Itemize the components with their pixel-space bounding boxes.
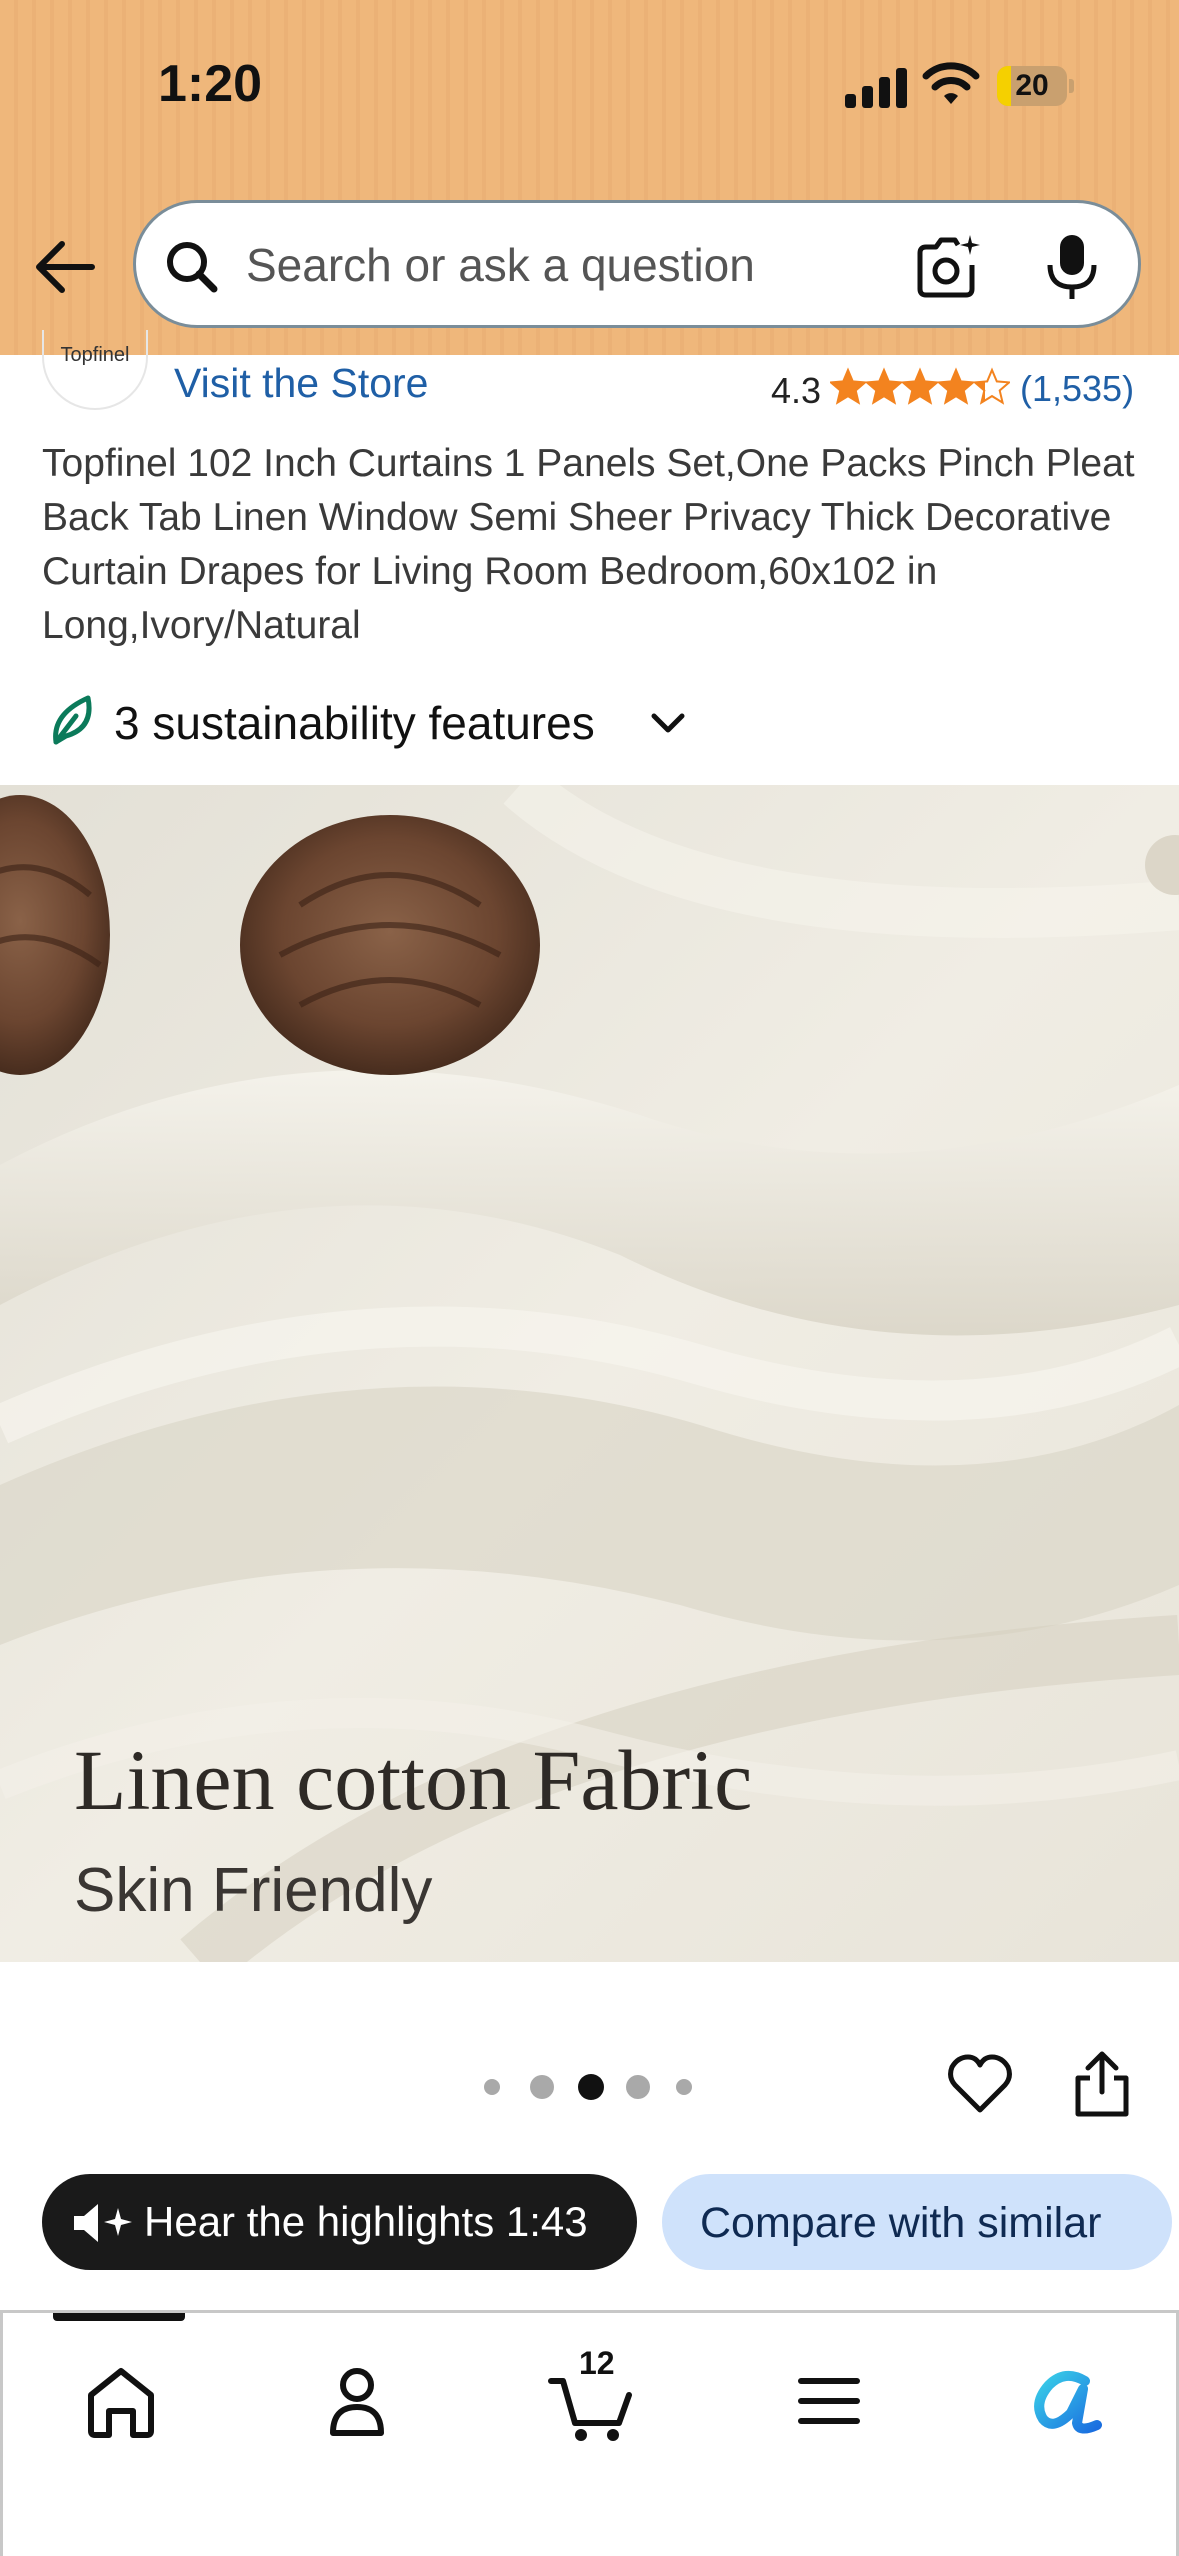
rating-value: 4.3 (771, 370, 822, 411)
hear-highlights-button[interactable]: Hear the highlights 1:43 (42, 2174, 637, 2270)
speaker-sparkle-icon (74, 2204, 132, 2242)
compare-similar-button[interactable]: Compare with similar (662, 2174, 1172, 2270)
search-bar[interactable] (133, 200, 1141, 328)
battery-indicator: 20 (997, 66, 1075, 106)
chevron-down-icon (651, 713, 685, 733)
back-arrow-icon[interactable] (30, 232, 100, 302)
star-4 (936, 367, 976, 405)
visit-store-link[interactable]: Visit the Store (174, 360, 429, 407)
camera-scan-icon[interactable] (912, 231, 984, 303)
status-time: 1:20 (158, 55, 263, 113)
image-subline: Skin Friendly (74, 1856, 433, 1925)
cellular-signal-icon (845, 66, 909, 108)
rating-count-link[interactable]: (1,535) (1020, 368, 1134, 410)
sustainability-label: 3 sustainability features (114, 697, 595, 749)
microphone-icon[interactable] (1040, 231, 1104, 303)
star-1 (830, 367, 868, 405)
carousel-dots[interactable] (484, 2072, 704, 2102)
battery-level: 20 (1015, 69, 1049, 102)
nav-account[interactable] (307, 2351, 407, 2447)
nav-active-indicator (53, 2313, 185, 2321)
carousel-dot[interactable] (676, 2079, 692, 2095)
hear-highlights-label: Hear the highlights 1:43 (144, 2198, 588, 2245)
carousel-dot[interactable] (578, 2074, 604, 2100)
carousel-dot[interactable] (530, 2075, 554, 2099)
heart-icon[interactable] (946, 2052, 1014, 2116)
search-input[interactable] (246, 233, 926, 297)
nav-menu[interactable] (779, 2351, 879, 2447)
carousel-dot[interactable] (626, 2075, 650, 2099)
store-logo[interactable]: Topfinel (42, 330, 148, 410)
product-title: Topfinel 102 Inch Curtains 1 Panels Set,… (42, 442, 1135, 647)
store-logo-text: Topfinel (60, 344, 130, 366)
search-icon[interactable] (162, 237, 222, 297)
product-image[interactable]: Linen cotton Fabric Skin Friendly (0, 785, 1179, 1962)
star-rating[interactable] (830, 365, 1010, 409)
hamburger-menu-icon (798, 2378, 860, 2424)
rufus-ai-icon (1034, 2370, 1102, 2434)
wifi-icon (922, 62, 980, 104)
nav-rufus[interactable] (1015, 2351, 1115, 2447)
share-icon[interactable] (1072, 2048, 1132, 2120)
compare-similar-label: Compare with similar (700, 2199, 1102, 2247)
bottom-nav: 12 (0, 2310, 1179, 2556)
leaf-icon (53, 695, 92, 745)
app-header: 1:20 20 (0, 0, 1179, 355)
person-icon (330, 2368, 384, 2436)
nav-cart[interactable]: 12 (543, 2345, 643, 2447)
image-headline: Linen cotton Fabric (74, 1732, 753, 1828)
star-3 (900, 367, 940, 405)
carousel-dot[interactable] (484, 2079, 500, 2095)
star-2 (864, 367, 904, 405)
nav-home[interactable] (71, 2351, 171, 2447)
home-icon (88, 2368, 154, 2438)
cart-badge: 12 (579, 2345, 615, 2381)
star-5 (972, 367, 1010, 405)
